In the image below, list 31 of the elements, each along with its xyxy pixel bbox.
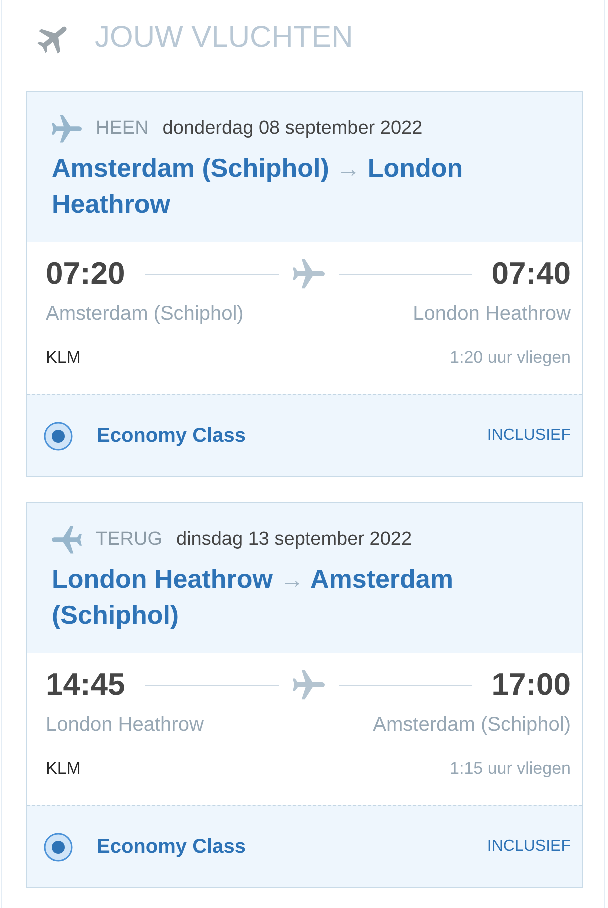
fare-name: Economy Class bbox=[97, 424, 246, 449]
airline-name: KLM bbox=[46, 347, 81, 369]
flight-route: Amsterdam (Schiphol) → London Heathrow bbox=[52, 152, 464, 221]
radio-button[interactable] bbox=[44, 832, 73, 862]
section-title: JOUW VLUCHTEN bbox=[95, 20, 354, 56]
flight-date: dinsdag 13 september 2022 bbox=[176, 528, 412, 552]
airplane-icon bbox=[292, 669, 324, 701]
flight-date: donderdag 08 september 2022 bbox=[162, 117, 423, 141]
fare-row[interactable]: Economy Class INCLUSIEF bbox=[27, 394, 582, 476]
arrival-time: 17:00 bbox=[492, 667, 571, 703]
fare-row[interactable]: Economy Class INCLUSIEF bbox=[27, 805, 582, 887]
arrival-airport: Amsterdam (Schiphol) bbox=[373, 713, 571, 738]
flight-duration: 1:20 uur vliegen bbox=[450, 347, 571, 369]
arrival-airport: London Heathrow bbox=[413, 302, 571, 327]
departure-time: 07:20 bbox=[46, 256, 126, 292]
fare-price: INCLUSIEF bbox=[487, 426, 571, 446]
direction-label: TERUG bbox=[96, 528, 162, 552]
direction-label: HEEN bbox=[96, 117, 149, 141]
departure-airport: Amsterdam (Schiphol) bbox=[46, 302, 244, 327]
departure-time: 14:45 bbox=[46, 667, 126, 703]
flight-route: London Heathrow → Amsterdam (Schiphol) bbox=[52, 563, 455, 632]
departure-airport: London Heathrow bbox=[46, 713, 204, 738]
airplane-icon bbox=[292, 258, 324, 290]
airplane-icon bbox=[52, 525, 82, 555]
flight-duration: 1:15 uur vliegen bbox=[450, 758, 571, 780]
arrival-time: 07:40 bbox=[492, 256, 571, 292]
airplane-icon bbox=[52, 114, 82, 144]
fare-name: Economy Class bbox=[97, 835, 246, 860]
fare-price: INCLUSIEF bbox=[487, 837, 571, 857]
airline-name: KLM bbox=[46, 758, 81, 780]
radio-button[interactable] bbox=[44, 422, 73, 450]
